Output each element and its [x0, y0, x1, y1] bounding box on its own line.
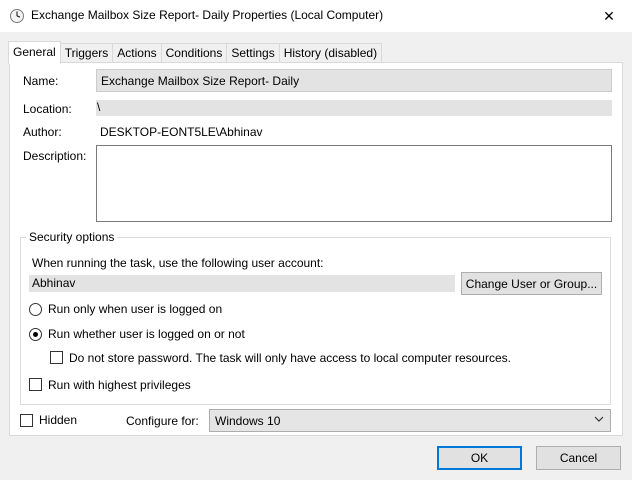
configure-for-label: Configure for:: [126, 414, 199, 428]
tab-general[interactable]: General: [8, 41, 61, 64]
tab-conditions[interactable]: Conditions: [160, 43, 228, 63]
author-value: DESKTOP-EONT5LE\Abhinav: [100, 125, 263, 139]
run-only-logged-on-radio[interactable]: [29, 303, 42, 316]
name-value: Exchange Mailbox Size Report- Daily: [101, 74, 300, 88]
run-only-logged-on-label: Run only when user is logged on: [48, 302, 223, 316]
run-whether-logged-on-radio[interactable]: [29, 328, 42, 341]
configure-for-select[interactable]: Windows 10: [209, 409, 611, 432]
tab-history[interactable]: History (disabled): [278, 43, 383, 63]
tab-actions[interactable]: Actions: [112, 43, 162, 63]
location-field: \: [96, 100, 612, 116]
tab-bar: General Triggers Actions Conditions Sett…: [8, 41, 383, 64]
run-highest-privileges-checkbox[interactable]: [29, 378, 42, 391]
name-label: Name:: [23, 74, 59, 88]
security-options-title: Security options: [26, 230, 118, 244]
name-field[interactable]: Exchange Mailbox Size Report- Daily: [96, 69, 612, 92]
configure-for-value: Windows 10: [215, 414, 281, 428]
description-label: Description:: [23, 149, 87, 163]
task-scheduler-clock-icon: [10, 9, 24, 23]
location-label: Location:: [23, 102, 72, 116]
change-user-or-group-button[interactable]: Change User or Group...: [461, 272, 602, 295]
run-whether-logged-on-label: Run whether user is logged on or not: [48, 327, 245, 341]
user-account-value: Abhinav: [32, 276, 76, 290]
close-icon: ✕: [603, 7, 615, 24]
close-button[interactable]: ✕: [586, 0, 632, 32]
tab-settings[interactable]: Settings: [226, 43, 280, 63]
description-textarea[interactable]: [96, 145, 612, 222]
ok-button[interactable]: OK: [437, 446, 522, 470]
account-prompt: When running the task, use the following…: [32, 256, 324, 270]
hidden-checkbox[interactable]: [20, 414, 33, 427]
hidden-label: Hidden: [39, 413, 78, 427]
chevron-down-icon: [594, 416, 604, 422]
cancel-button[interactable]: Cancel: [536, 446, 621, 470]
user-account-field: Abhinav: [29, 275, 455, 292]
author-label: Author:: [23, 125, 62, 139]
location-value: \: [97, 100, 101, 114]
do-not-store-password-checkbox[interactable]: [50, 351, 63, 364]
do-not-store-password-label: Do not store password. The task will onl…: [69, 351, 511, 365]
window-title: Exchange Mailbox Size Report- Daily Prop…: [31, 8, 384, 22]
run-highest-privileges-label: Run with highest privileges: [48, 378, 191, 392]
tab-triggers[interactable]: Triggers: [59, 43, 114, 63]
